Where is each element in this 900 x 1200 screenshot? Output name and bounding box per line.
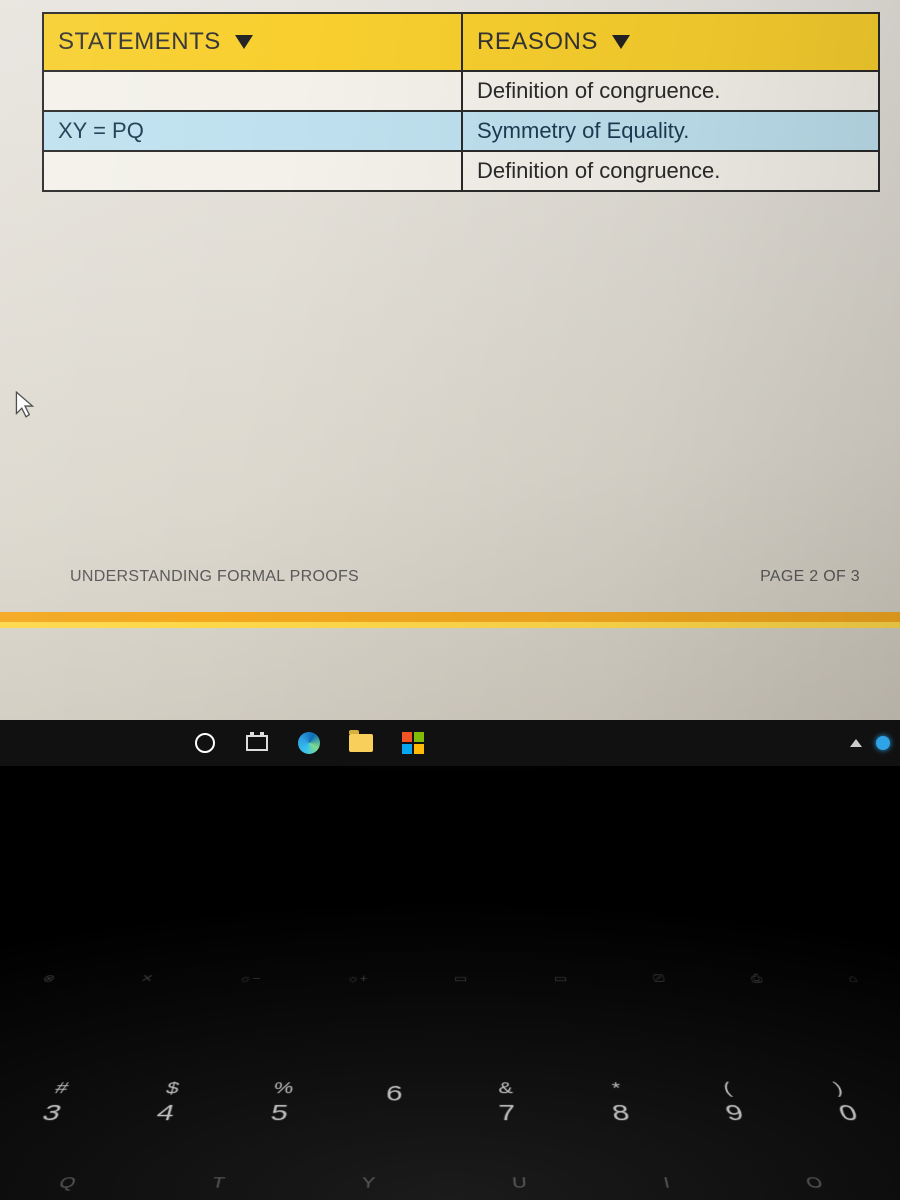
- key-symbol: ): [831, 1079, 846, 1098]
- table-row: XY = PQ Symmetry of Equality.: [44, 110, 878, 150]
- fn-key: ⌂: [846, 972, 860, 985]
- fn-key: ☼+: [346, 972, 368, 985]
- key-letter: I: [662, 1175, 689, 1192]
- key-3: #3: [11, 1079, 100, 1127]
- letter-key-row: Q T Y U I O: [0, 1175, 900, 1192]
- number-key-row: #3 $4 %5 6 &7 *8 (9 )0: [0, 1079, 900, 1127]
- key-number: 8: [610, 1101, 631, 1127]
- key-4: $4: [126, 1079, 209, 1127]
- table-header-row: STATEMENTS REASONS: [44, 14, 878, 70]
- header-reasons-label: REASONS: [477, 28, 598, 56]
- dropdown-icon[interactable]: [235, 35, 253, 49]
- task-view-icon: [246, 735, 268, 751]
- key-symbol: *: [611, 1079, 623, 1098]
- key-letter: O: [804, 1175, 844, 1192]
- fn-key: ⎚: [652, 972, 666, 985]
- key-letter: Q: [56, 1175, 96, 1192]
- file-explorer-button[interactable]: [338, 723, 384, 763]
- key-number: 9: [723, 1101, 747, 1127]
- task-view-button[interactable]: [234, 723, 280, 763]
- cortana-icon: [195, 733, 215, 753]
- key-letter: U: [512, 1175, 546, 1192]
- windows-taskbar: [0, 720, 900, 766]
- taskbar-tray: [850, 720, 890, 766]
- function-key-row: ⊗ ✕ ☼− ☼+ ▭ ▭ ⎚ ⎙ ⌂: [0, 972, 900, 985]
- reason-text: Definition of congruence.: [477, 78, 720, 104]
- microsoft-store-icon: [402, 732, 424, 754]
- key-number: 0: [835, 1101, 862, 1127]
- slide-footer: UNDERSTANDING FORMAL PROOFS PAGE 2 OF 3: [70, 568, 860, 586]
- header-reasons[interactable]: REASONS: [461, 14, 878, 70]
- statement-cell[interactable]: XY = PQ: [44, 112, 461, 150]
- table-row: Definition of congruence.: [44, 150, 878, 190]
- key-number: 4: [153, 1101, 177, 1127]
- page-indicator: PAGE 2 OF 3: [760, 568, 860, 586]
- reason-cell[interactable]: Symmetry of Equality.: [461, 112, 878, 150]
- key-symbol: #: [52, 1079, 71, 1098]
- accent-stripe: [0, 612, 900, 628]
- key-6: 6: [357, 1079, 430, 1127]
- fn-key: ✕: [139, 972, 155, 985]
- fn-key: ☼−: [238, 972, 262, 985]
- photo-of-laptop: STATEMENTS REASONS Definition of congrue…: [0, 0, 900, 1200]
- mouse-cursor-icon: [14, 390, 36, 420]
- proof-table: STATEMENTS REASONS Definition of congrue…: [42, 12, 880, 192]
- microsoft-store-button[interactable]: [390, 723, 436, 763]
- key-symbol: $: [164, 1079, 181, 1098]
- reason-cell[interactable]: Definition of congruence.: [461, 152, 878, 190]
- key-letter: Y: [361, 1175, 394, 1192]
- key-symbol: &: [498, 1079, 514, 1098]
- cortana-button[interactable]: [182, 723, 228, 763]
- fn-key: ⊗: [41, 972, 58, 985]
- tray-indicator-icon[interactable]: [876, 736, 890, 750]
- statement-cell[interactable]: [44, 72, 461, 110]
- key-symbol: (: [721, 1079, 734, 1098]
- dropdown-icon[interactable]: [612, 35, 630, 49]
- key-letter: T: [210, 1175, 244, 1192]
- tray-overflow-icon[interactable]: [850, 739, 862, 747]
- key-8: *8: [581, 1079, 659, 1127]
- fn-key: ▭: [553, 972, 568, 985]
- header-statements-label: STATEMENTS: [58, 28, 221, 56]
- slide-title: UNDERSTANDING FORMAL PROOFS: [70, 568, 359, 586]
- fn-key: ▭: [454, 972, 467, 985]
- key-0: )0: [800, 1079, 889, 1127]
- statement-text: XY = PQ: [58, 118, 144, 144]
- key-9: (9: [691, 1079, 774, 1127]
- monitor-screen: STATEMENTS REASONS Definition of congrue…: [0, 0, 900, 720]
- reason-text: Symmetry of Equality.: [477, 118, 689, 144]
- reason-cell[interactable]: Definition of congruence.: [461, 72, 878, 110]
- edge-button[interactable]: [286, 723, 332, 763]
- key-5: %5: [241, 1079, 319, 1127]
- header-statements[interactable]: STATEMENTS: [44, 14, 461, 70]
- key-number: 5: [269, 1101, 290, 1127]
- key-symbol: %: [272, 1079, 294, 1098]
- edge-icon: [298, 732, 320, 754]
- laptop-keyboard: ⊗ ✕ ☼− ☼+ ▭ ▭ ⎚ ⎙ ⌂ #3 $4 %5 6 &7 *8 (9 …: [0, 770, 900, 1200]
- fn-key: ⎙: [749, 972, 764, 985]
- folder-icon: [349, 734, 373, 752]
- key-number: 3: [38, 1101, 65, 1127]
- key-7: &7: [471, 1079, 544, 1127]
- table-row: Definition of congruence.: [44, 70, 878, 110]
- key-number: 7: [498, 1101, 516, 1127]
- reason-text: Definition of congruence.: [477, 158, 720, 184]
- key-number: 6: [385, 1082, 403, 1107]
- statement-cell[interactable]: [44, 152, 461, 190]
